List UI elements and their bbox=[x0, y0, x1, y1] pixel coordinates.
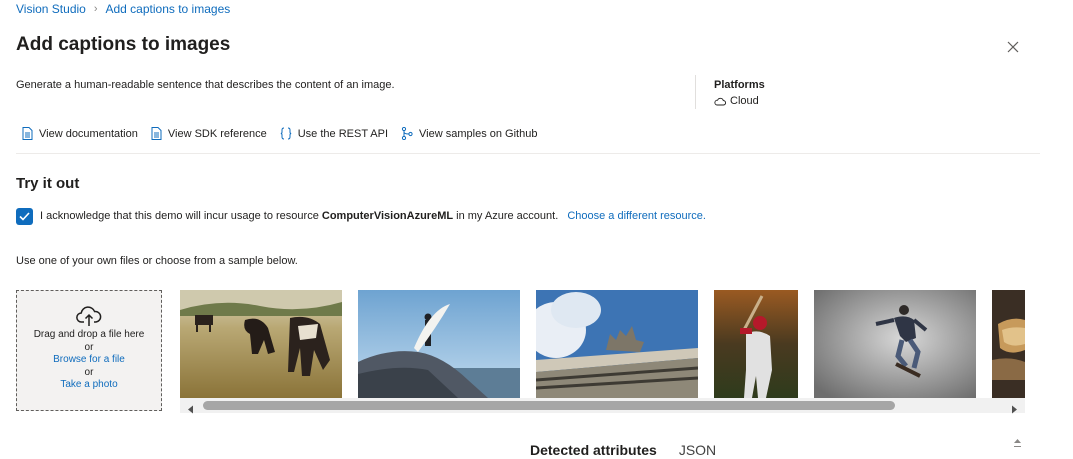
vertical-divider bbox=[695, 75, 696, 109]
sample-image-skateboarder[interactable] bbox=[814, 290, 976, 398]
breadcrumb: Vision Studio › Add captions to images bbox=[16, 2, 230, 16]
dropzone-instruction: Drag and drop a file here bbox=[33, 329, 145, 340]
document-icon bbox=[151, 127, 162, 140]
sample-image-surfer-on-rocks[interactable] bbox=[358, 290, 520, 398]
take-photo-link[interactable]: Take a photo bbox=[17, 379, 161, 392]
braces-icon bbox=[280, 127, 291, 140]
sample-image-horses-in-field[interactable] bbox=[180, 290, 342, 398]
sample-image-building-statue[interactable] bbox=[536, 290, 698, 398]
use-rest-api-label: Use the REST API bbox=[297, 127, 389, 140]
section-divider bbox=[16, 153, 1040, 154]
result-tabs: Detected attributes JSON bbox=[530, 442, 716, 458]
page-title: Add captions to images bbox=[16, 34, 231, 55]
sample-image-bread-partial[interactable] bbox=[992, 290, 1025, 398]
ack-prefix: I acknowledge that this demo will incur … bbox=[40, 210, 319, 222]
tab-json[interactable]: JSON bbox=[679, 442, 716, 458]
browse-file-link[interactable]: Browse for a file bbox=[17, 354, 161, 367]
view-documentation-link[interactable]: View documentation bbox=[22, 127, 138, 140]
document-icon bbox=[22, 127, 33, 140]
page-scroll-up-button[interactable] bbox=[1013, 436, 1022, 459]
dropzone-or: or bbox=[84, 366, 94, 378]
choose-resource-link[interactable]: Choose a different resource. bbox=[567, 210, 706, 222]
acknowledge-text: I acknowledge that this demo will incur … bbox=[40, 210, 706, 222]
view-samples-github-link[interactable]: View samples on Github bbox=[401, 127, 537, 140]
page-description: Generate a human-readable sentence that … bbox=[16, 79, 395, 91]
try-it-out-heading: Try it out bbox=[16, 175, 80, 192]
sample-image-baseball-batter[interactable] bbox=[714, 290, 798, 398]
acknowledge-checkbox[interactable] bbox=[16, 208, 33, 225]
caret-left-icon bbox=[188, 405, 193, 414]
ack-suffix: in my Azure account. bbox=[456, 210, 559, 222]
tab-detected-attributes[interactable]: Detected attributes bbox=[530, 442, 657, 458]
cloud-icon bbox=[714, 97, 726, 105]
close-button[interactable] bbox=[1004, 38, 1022, 56]
platforms-label: Platforms bbox=[714, 79, 765, 91]
scroll-right-button[interactable] bbox=[1010, 401, 1018, 419]
resource-name: ComputerVisionAzureML bbox=[321, 210, 454, 222]
use-rest-api-link[interactable]: Use the REST API bbox=[280, 127, 388, 140]
caret-up-icon bbox=[1014, 439, 1021, 447]
breadcrumb-current[interactable]: Add captions to images bbox=[106, 2, 231, 16]
view-sdk-reference-label: View SDK reference bbox=[167, 127, 267, 140]
use-files-instruction: Use one of your own files or choose from… bbox=[16, 255, 298, 267]
view-samples-github-label: View samples on Github bbox=[419, 127, 538, 140]
scroll-left-button[interactable] bbox=[187, 401, 195, 419]
resource-links: View documentation View SDK reference Us… bbox=[22, 127, 550, 140]
chevron-right-icon: › bbox=[93, 3, 98, 15]
view-sdk-reference-link[interactable]: View SDK reference bbox=[151, 127, 267, 140]
close-icon bbox=[1007, 41, 1019, 53]
view-documentation-label: View documentation bbox=[39, 127, 138, 140]
dropzone-or: or bbox=[84, 341, 94, 353]
checkmark-icon bbox=[19, 212, 30, 221]
platforms-value: Cloud bbox=[714, 95, 759, 107]
file-dropzone[interactable]: Drag and drop a file here or Browse for … bbox=[16, 290, 162, 411]
breadcrumb-vision-studio[interactable]: Vision Studio bbox=[16, 2, 86, 16]
branch-icon bbox=[401, 127, 413, 140]
caret-right-icon bbox=[1012, 405, 1017, 414]
gallery-scrollbar-thumb[interactable] bbox=[203, 401, 895, 410]
cloud-upload-icon bbox=[76, 306, 102, 326]
platforms-value-text: Cloud bbox=[730, 95, 759, 107]
